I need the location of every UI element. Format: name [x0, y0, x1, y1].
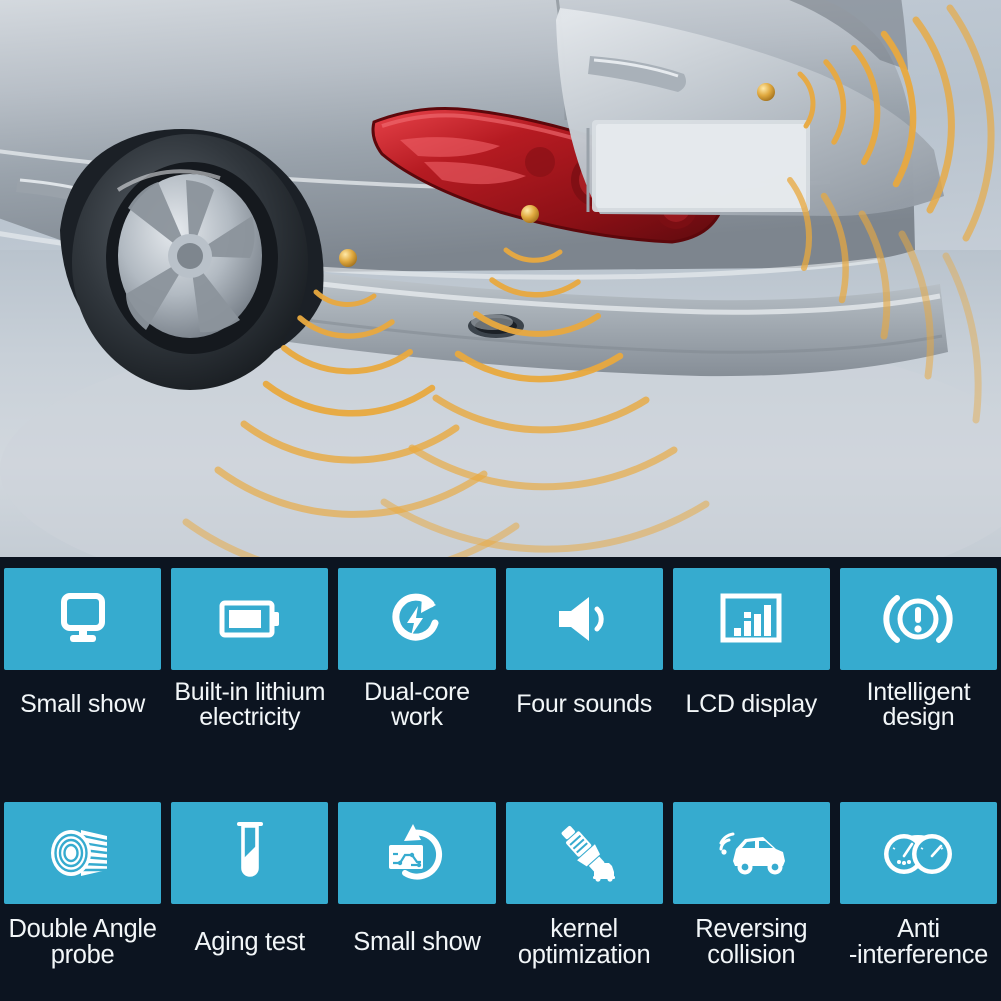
feature-label-small-show: Small show [20, 690, 145, 719]
feature-label-double-angle-probe: Double Angle probe [8, 914, 157, 969]
feature-label-aging-test: Aging test [194, 927, 306, 956]
test-tube-icon [236, 822, 263, 877]
feature-tile-lcd-display[interactable] [672, 568, 830, 670]
feature-tile-aging-test[interactable] [171, 802, 329, 904]
feature-tile-small-show-2[interactable] [338, 802, 496, 904]
car-signal-icon [719, 832, 786, 875]
circuit-refresh-icon [388, 824, 442, 880]
feature-label-reversing-collision: Reversing collision [695, 914, 808, 969]
feature-label-small-show-2: Small show [353, 927, 481, 956]
feature-label-lcd-display: LCD display [685, 690, 818, 719]
row2-tiles [0, 802, 1001, 904]
feature-label-dual-core-work: Dual-core work [364, 677, 470, 731]
spark-plug-car-icon [561, 826, 616, 882]
row1-labels: Small show Built-in lithium electricity … [0, 670, 1001, 740]
refresh-lightning-icon [392, 593, 439, 641]
feature-tile-four-sounds[interactable] [505, 568, 663, 670]
car-sensor-illustration [0, 0, 1001, 557]
feature-tile-reversing-collision[interactable] [672, 802, 830, 904]
row2-labels: Double Angle probe Aging test Small show… [0, 904, 1001, 979]
dual-gauge-icon [884, 834, 953, 874]
feature-tile-intelligent-design[interactable] [839, 568, 998, 670]
feature-tile-dual-core-work[interactable] [338, 568, 496, 670]
feature-tile-kernel-optimization[interactable] [505, 802, 663, 904]
feature-label-built-in-lithium: Built-in lithium electricity [174, 677, 326, 731]
feature-label-four-sounds: Four sounds [516, 690, 652, 719]
battery-icon [219, 600, 279, 638]
speaker-volume-icon [559, 597, 604, 641]
feature-row-2: Double Angle probe Aging test Small show… [0, 802, 1001, 979]
lcd-bar-chart-icon [720, 593, 782, 643]
feature-tile-double-angle-probe[interactable] [4, 802, 162, 904]
hero-photo [0, 0, 1001, 557]
feature-tile-built-in-lithium[interactable] [171, 568, 329, 670]
monitor-display-icon [60, 593, 105, 642]
feature-tile-anti-interference[interactable] [839, 802, 998, 904]
feature-label-anti-interference: Anti -interference [848, 914, 989, 969]
row1-tiles [0, 568, 1001, 670]
product-infographic: Small show Built-in lithium electricity … [0, 0, 1001, 1001]
feature-row-1: Small show Built-in lithium electricity … [0, 568, 1001, 740]
feature-label-intelligent-design: Intelligent design [866, 677, 971, 731]
feature-tile-small-show[interactable] [4, 568, 162, 670]
feature-label-kernel-optimization: kernel optimization [517, 914, 651, 969]
brake-warning-icon [883, 595, 954, 643]
sensor-probe-icon [50, 830, 107, 876]
